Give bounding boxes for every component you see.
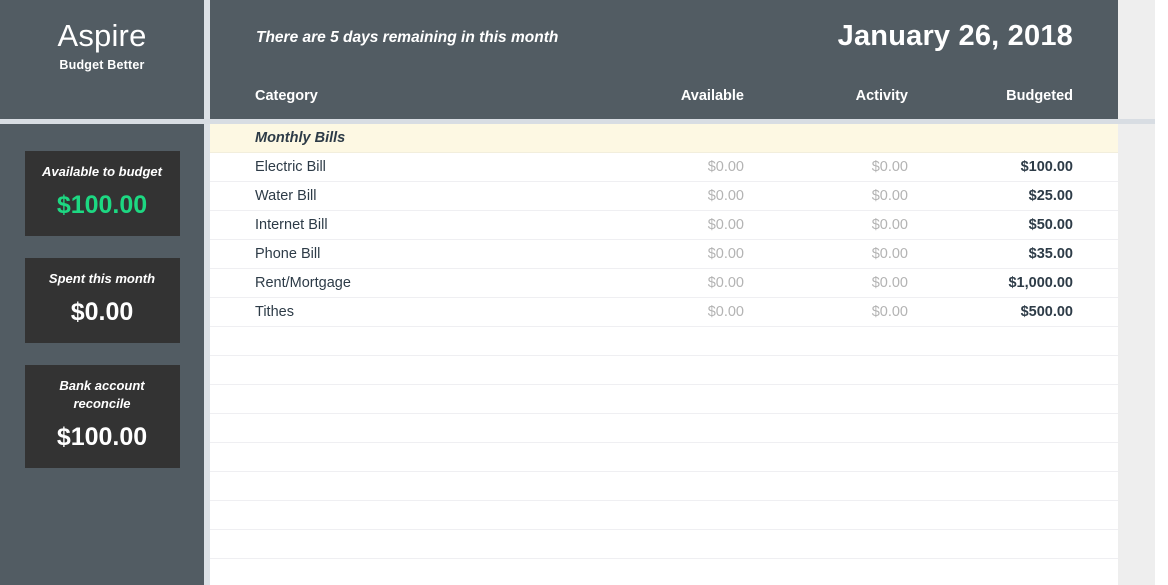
available-cell[interactable]: $0.00 (624, 211, 744, 240)
available-cell[interactable]: $0.00 (624, 153, 744, 182)
activity-cell[interactable]: $0.00 (788, 153, 908, 182)
column-header-budgeted[interactable]: Budgeted (953, 85, 1073, 107)
table-row-empty[interactable] (210, 530, 1118, 559)
column-header-available[interactable]: Available (624, 85, 744, 107)
brand-title: Aspire (57, 18, 147, 53)
table-row[interactable]: Electric Bill $0.00 $0.00 $100.00 (210, 153, 1118, 182)
budget-table: Monthly Bills Electric Bill $0.00 $0.00 $100… (210, 124, 1118, 585)
summary-card-label: Bank account reconcile (59, 378, 145, 411)
budgeted-cell[interactable]: $1,000.00 (953, 269, 1073, 298)
table-row-empty[interactable] (210, 356, 1118, 385)
table-row[interactable]: Rent/Mortgage $0.00 $0.00 $1,000.00 (210, 269, 1118, 298)
budgeted-cell[interactable]: $500.00 (953, 298, 1073, 327)
summary-card[interactable]: Available to budget $100.00 (24, 151, 180, 236)
table-row[interactable]: Water Bill $0.00 $0.00 $25.00 (210, 182, 1118, 211)
category-cell[interactable]: Phone Bill (255, 240, 320, 269)
activity-cell[interactable]: $0.00 (788, 269, 908, 298)
header-right-white-edge (1155, 0, 1168, 119)
summary-card[interactable]: Bank account reconcile $100.00 (24, 365, 180, 468)
summary-card-value: $100.00 (56, 423, 148, 451)
table-row-empty[interactable] (210, 385, 1118, 414)
header-right-filler (1118, 0, 1155, 119)
table-row-empty[interactable] (210, 501, 1118, 530)
summary-card-value: $0.00 (70, 298, 134, 326)
table-row-empty[interactable] (210, 443, 1118, 472)
available-cell[interactable]: $0.00 (624, 298, 744, 327)
budgeted-cell[interactable]: $100.00 (953, 153, 1073, 182)
table-row-empty[interactable] (210, 327, 1118, 356)
budgeted-cell[interactable]: $25.00 (953, 182, 1073, 211)
category-group-row[interactable]: Monthly Bills (210, 124, 1118, 153)
summary-card-value: $100.00 (56, 191, 148, 219)
column-header-row: Category Available Activity Budgeted (210, 85, 1118, 119)
summary-cards: Available to budget $100.00 Spent this mon… (0, 124, 204, 490)
brand-subtitle: Budget Better (59, 58, 145, 72)
available-cell[interactable]: $0.00 (624, 269, 744, 298)
days-remaining-note: There are 5 days remaining in this month (256, 29, 559, 46)
table-row-empty[interactable] (210, 559, 1118, 585)
category-group-name: Monthly Bills (255, 130, 346, 146)
top-header: There are 5 days remaining in this month… (210, 0, 1118, 119)
table-row[interactable]: Internet Bill $0.00 $0.00 $50.00 (210, 211, 1118, 240)
brand-block: Aspire Budget Better (0, 0, 204, 119)
table-row-empty[interactable] (210, 472, 1118, 501)
activity-cell[interactable]: $0.00 (788, 211, 908, 240)
available-cell[interactable]: $0.00 (624, 240, 744, 269)
summary-card-label: Available to budget (42, 164, 162, 179)
category-cell[interactable]: Water Bill (255, 182, 317, 211)
aspire-budget-app: Aspire Budget Better Available to budget… (0, 0, 1168, 585)
budgeted-cell[interactable]: $50.00 (953, 211, 1073, 240)
right-gutter (1118, 124, 1155, 585)
summary-card[interactable]: Spent this month $0.00 (24, 258, 180, 343)
current-date: January 26, 2018 (837, 20, 1073, 52)
activity-cell[interactable]: $0.00 (788, 298, 908, 327)
available-cell[interactable]: $0.00 (624, 182, 744, 211)
column-header-category[interactable]: Category (255, 85, 318, 107)
category-cell[interactable]: Rent/Mortgage (255, 269, 351, 298)
column-header-activity[interactable]: Activity (788, 85, 908, 107)
right-white-edge (1155, 124, 1168, 585)
category-cell[interactable]: Electric Bill (255, 153, 326, 182)
category-cell[interactable]: Tithes (255, 298, 294, 327)
budgeted-cell[interactable]: $35.00 (953, 240, 1073, 269)
table-row-empty[interactable] (210, 414, 1118, 443)
table-row[interactable]: Tithes $0.00 $0.00 $500.00 (210, 298, 1118, 327)
table-row[interactable]: Phone Bill $0.00 $0.00 $35.00 (210, 240, 1118, 269)
activity-cell[interactable]: $0.00 (788, 182, 908, 211)
summary-card-label: Spent this month (48, 271, 156, 286)
activity-cell[interactable]: $0.00 (788, 240, 908, 269)
sidebar: Aspire Budget Better Available to budget… (0, 0, 204, 585)
category-cell[interactable]: Internet Bill (255, 211, 328, 240)
